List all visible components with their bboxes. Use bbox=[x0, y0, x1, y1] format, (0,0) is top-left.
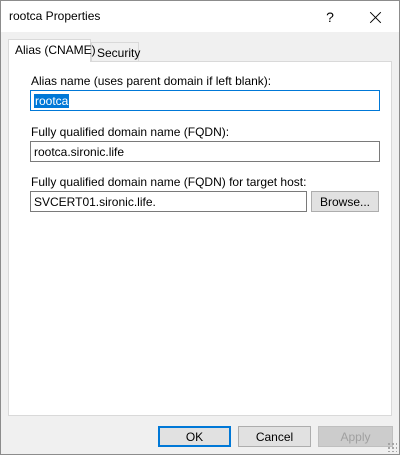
ok-button[interactable]: OK bbox=[158, 426, 231, 447]
apply-label: Apply bbox=[340, 429, 371, 444]
window-title: rootca Properties bbox=[9, 9, 101, 23]
tab-panel: Alias name (uses parent domain if left b… bbox=[8, 61, 392, 416]
close-button[interactable] bbox=[353, 1, 399, 32]
target-host-label: Fully qualified domain name (FQDN) for t… bbox=[31, 175, 307, 189]
alias-name-input[interactable]: rootca bbox=[30, 90, 380, 111]
help-icon: ? bbox=[326, 8, 334, 25]
tab-security[interactable]: Security bbox=[91, 42, 141, 62]
alias-name-label: Alias name (uses parent domain if left b… bbox=[31, 74, 272, 88]
fqdn-value: rootca.sironic.life bbox=[34, 145, 125, 159]
alias-name-value: rootca bbox=[34, 94, 70, 108]
cancel-label: Cancel bbox=[255, 429, 294, 444]
fqdn-label: Fully qualified domain name (FQDN): bbox=[31, 125, 230, 139]
ok-label: OK bbox=[185, 429, 204, 444]
target-host-input[interactable]: SVCERT01.sironic.life. bbox=[30, 191, 307, 212]
properties-dialog: rootca Properties ? Alias (CNAME) Securi… bbox=[0, 0, 400, 455]
tab-alias-cname[interactable]: Alias (CNAME) bbox=[8, 39, 96, 62]
help-button[interactable]: ? bbox=[307, 1, 353, 32]
cancel-button[interactable]: Cancel bbox=[238, 426, 311, 447]
browse-label: Browse... bbox=[319, 194, 370, 209]
close-icon bbox=[370, 11, 382, 23]
apply-button[interactable]: Apply bbox=[318, 426, 393, 447]
fqdn-input[interactable]: rootca.sironic.life bbox=[30, 141, 380, 162]
title-bar[interactable]: rootca Properties ? bbox=[1, 1, 399, 32]
tab-label: Security bbox=[97, 46, 141, 60]
target-host-value: SVCERT01.sironic.life. bbox=[34, 195, 156, 209]
resize-grip-icon[interactable] bbox=[387, 442, 397, 452]
tab-label: Alias (CNAME) bbox=[15, 43, 96, 57]
browse-button[interactable]: Browse... bbox=[311, 191, 379, 212]
